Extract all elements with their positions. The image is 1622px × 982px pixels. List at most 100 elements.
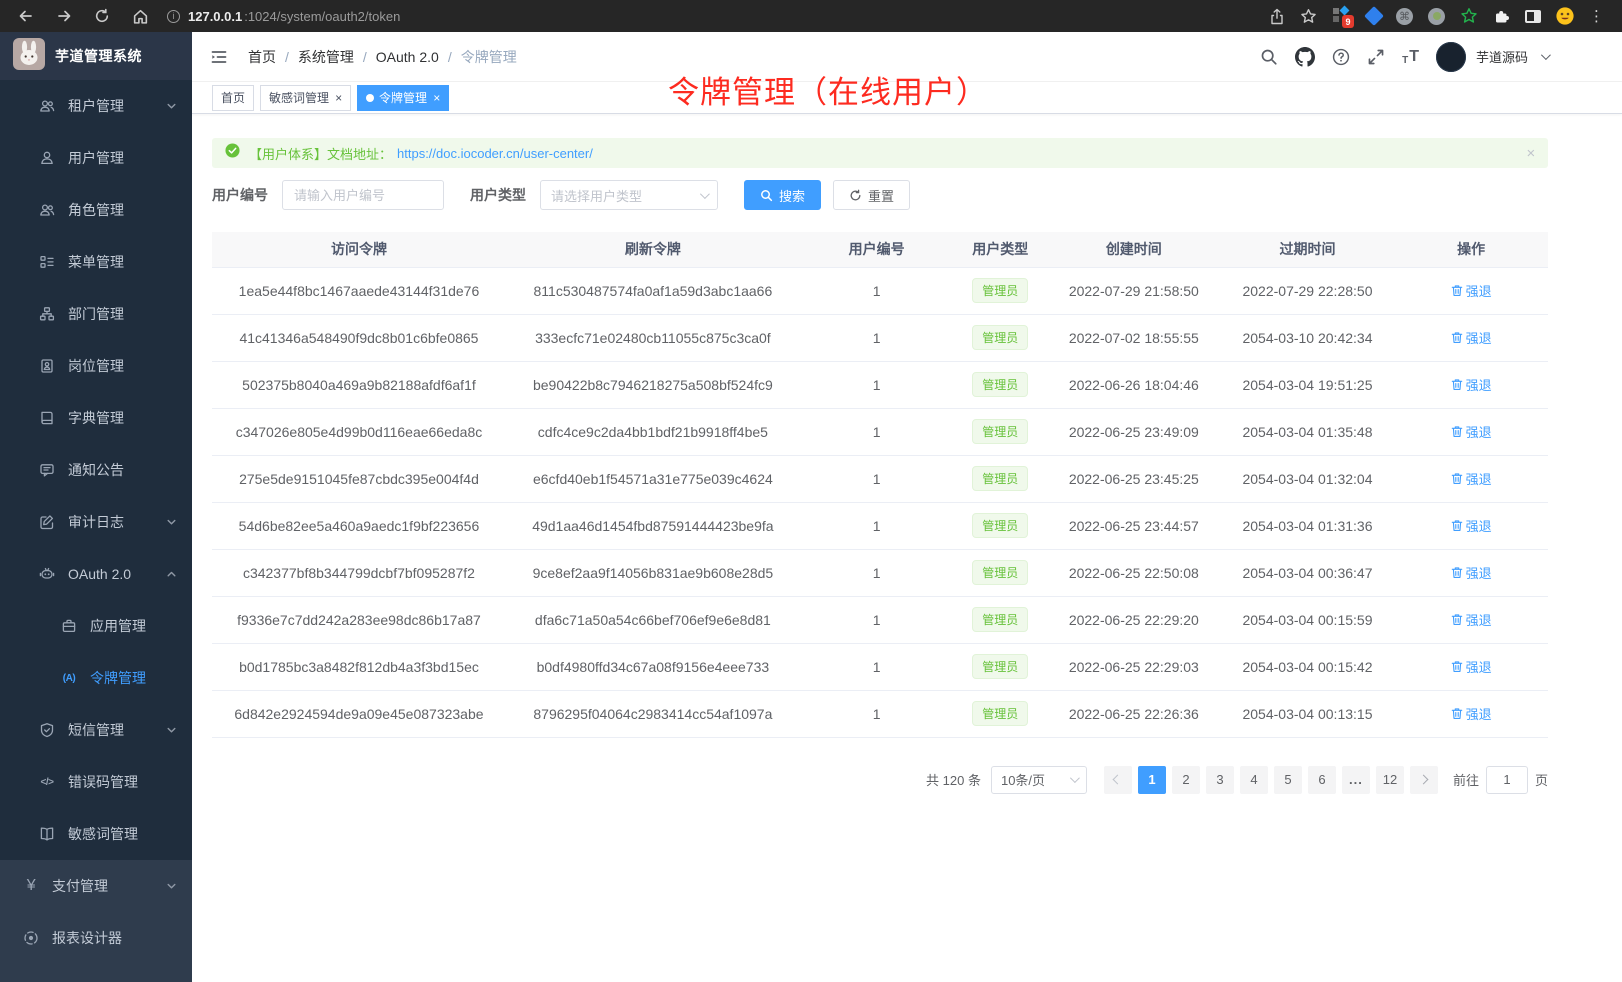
help-icon[interactable] — [1332, 48, 1350, 66]
payment-yen-icon: ¥ — [22, 877, 40, 895]
sidebar-item[interactable]: 短信管理 — [0, 704, 192, 756]
sidebar-item[interactable]: 应用管理 — [0, 600, 192, 652]
gem-extension-icon[interactable] — [1367, 9, 1381, 23]
created-cell: 2022-06-25 22:50:08 — [1047, 549, 1221, 596]
sidebar-item[interactable]: 租户管理 — [0, 80, 192, 132]
user-id-cell: 1 — [800, 502, 954, 549]
fullscreen-icon[interactable] — [1367, 48, 1385, 66]
search-icon[interactable] — [1260, 48, 1278, 66]
force-logout-button[interactable]: 强退 — [1451, 657, 1492, 676]
user-id-cell: 1 — [800, 596, 954, 643]
force-logout-button[interactable]: 强退 — [1451, 563, 1492, 582]
page-button[interactable]: 12 — [1376, 766, 1404, 794]
sidebar-item[interactable]: 通知公告 — [0, 444, 192, 496]
force-logout-button[interactable]: 强退 — [1451, 610, 1492, 629]
page-button[interactable]: 6 — [1308, 766, 1336, 794]
view-tab[interactable]: 首页 — [212, 85, 254, 111]
extensions-cluster-icon[interactable]: 9 — [1332, 6, 1352, 26]
command-extension-icon[interactable]: ⌘ — [1396, 8, 1413, 25]
tenant-users-icon — [38, 98, 56, 114]
browser-menu-icon[interactable] — [1589, 7, 1604, 25]
sidebar-item[interactable]: ¥ 支付管理 — [0, 860, 192, 912]
sidebar-item[interactable]: </> 错误码管理 — [0, 756, 192, 808]
user-id-input[interactable] — [282, 180, 444, 210]
sidebar-item[interactable]: OAuth 2.0 — [0, 548, 192, 600]
force-logout-button[interactable]: 强退 — [1451, 422, 1492, 441]
breadcrumb-item[interactable]: 系统管理 — [298, 47, 376, 67]
force-logout-button[interactable]: 强退 — [1451, 375, 1492, 394]
user-name[interactable]: 芋道源码 — [1476, 47, 1528, 66]
font-size-icon[interactable] — [1402, 48, 1419, 66]
breadcrumb-item[interactable]: 首页 — [248, 47, 298, 67]
page-button[interactable]: ... — [1342, 766, 1370, 794]
sidebar-item[interactable]: 敏感词管理 — [0, 808, 192, 860]
forward-icon[interactable] — [56, 8, 72, 24]
sidebar-item[interactable]: 菜单管理 — [0, 236, 192, 288]
next-page-button[interactable] — [1410, 766, 1438, 794]
home-icon[interactable] — [132, 8, 149, 25]
view-tab[interactable]: 敏感词管理 — [260, 85, 351, 111]
alert-text: 【用户体系】文档地址： — [249, 144, 392, 163]
sidebar-item[interactable]: 字典管理 — [0, 392, 192, 444]
user-type-badge: 管理员 — [972, 560, 1028, 585]
view-tab[interactable]: 令牌管理 — [357, 85, 449, 111]
reload-icon[interactable] — [94, 8, 110, 24]
search-button[interactable]: 搜索 — [744, 180, 821, 210]
breadcrumb-item[interactable]: 令牌管理 — [461, 47, 517, 67]
sidebar-item[interactable]: 审计日志 — [0, 496, 192, 548]
user-type-select[interactable]: 请选择用户类型 — [540, 180, 718, 210]
col-created: 创建时间 — [1047, 232, 1221, 267]
sidebar-item[interactable]: 报表设计器 — [0, 912, 192, 964]
reset-button[interactable]: 重置 — [833, 180, 910, 210]
github-icon[interactable] — [1295, 47, 1315, 67]
sidebar-fold-icon[interactable] — [206, 44, 232, 70]
user-type-badge: 管理员 — [972, 325, 1028, 350]
alert-close-icon[interactable] — [1526, 146, 1535, 161]
profile-avatar-icon[interactable] — [1556, 7, 1574, 25]
site-info-icon[interactable] — [167, 10, 180, 23]
side-panel-icon[interactable] — [1525, 10, 1541, 23]
sidebar-item[interactable]: (A) 令牌管理 — [0, 652, 192, 704]
page-button[interactable]: 3 — [1206, 766, 1234, 794]
prev-page-button[interactable] — [1104, 766, 1132, 794]
sidebar-item[interactable]: 岗位管理 — [0, 340, 192, 392]
force-logout-button[interactable]: 强退 — [1451, 328, 1492, 347]
recorder-extension-icon[interactable] — [1428, 8, 1445, 25]
page-button[interactable]: 2 — [1172, 766, 1200, 794]
filter-form: 用户编号 用户类型 请选择用户类型 搜索 重置 — [212, 180, 1548, 210]
col-actions: 操作 — [1394, 232, 1548, 267]
sidebar-item[interactable]: 部门管理 — [0, 288, 192, 340]
goto-page-input[interactable] — [1486, 766, 1528, 794]
audit-log-icon — [38, 514, 56, 530]
department-icon — [38, 306, 56, 322]
share-icon[interactable] — [1269, 8, 1285, 25]
page-size-select[interactable]: 10条/页 — [991, 766, 1087, 794]
roles-icon — [38, 202, 56, 218]
puzzle-extensions-icon[interactable] — [1493, 8, 1510, 25]
sidebar-item[interactable]: 角色管理 — [0, 184, 192, 236]
force-logout-button[interactable]: 强退 — [1451, 281, 1492, 300]
close-icon[interactable] — [335, 92, 342, 104]
chevron-right-icon — [1419, 775, 1429, 785]
back-icon[interactable] — [18, 8, 34, 24]
expires-cell: 2054-03-04 00:15:42 — [1221, 643, 1395, 690]
page-button[interactable]: 5 — [1274, 766, 1302, 794]
notice-icon — [38, 462, 56, 478]
address-bar[interactable]: 127.0.0.1:1024/system/oauth2/token — [167, 9, 1269, 24]
actions-cell: 强退 — [1394, 643, 1548, 690]
user-menu-caret-icon[interactable] — [1541, 50, 1551, 60]
close-icon[interactable] — [433, 92, 440, 104]
page-button[interactable]: 1 — [1138, 766, 1166, 794]
evernote-star-icon[interactable] — [1460, 7, 1478, 25]
user-avatar[interactable] — [1436, 42, 1466, 72]
force-logout-button[interactable]: 强退 — [1451, 516, 1492, 535]
refresh-token-cell: 333ecfc71e02480cb11055c875c3ca0f — [506, 314, 800, 361]
force-logout-button[interactable]: 强退 — [1451, 704, 1492, 723]
breadcrumb-item[interactable]: OAuth 2.0 — [376, 49, 461, 65]
force-logout-button[interactable]: 强退 — [1451, 469, 1492, 488]
page-button[interactable]: 4 — [1240, 766, 1268, 794]
bookmark-star-icon[interactable] — [1300, 8, 1317, 25]
sidebar-item[interactable]: 用户管理 — [0, 132, 192, 184]
menu-tree-icon — [38, 254, 56, 270]
doc-link[interactable]: https://doc.iocoder.cn/user-center/ — [397, 146, 593, 161]
